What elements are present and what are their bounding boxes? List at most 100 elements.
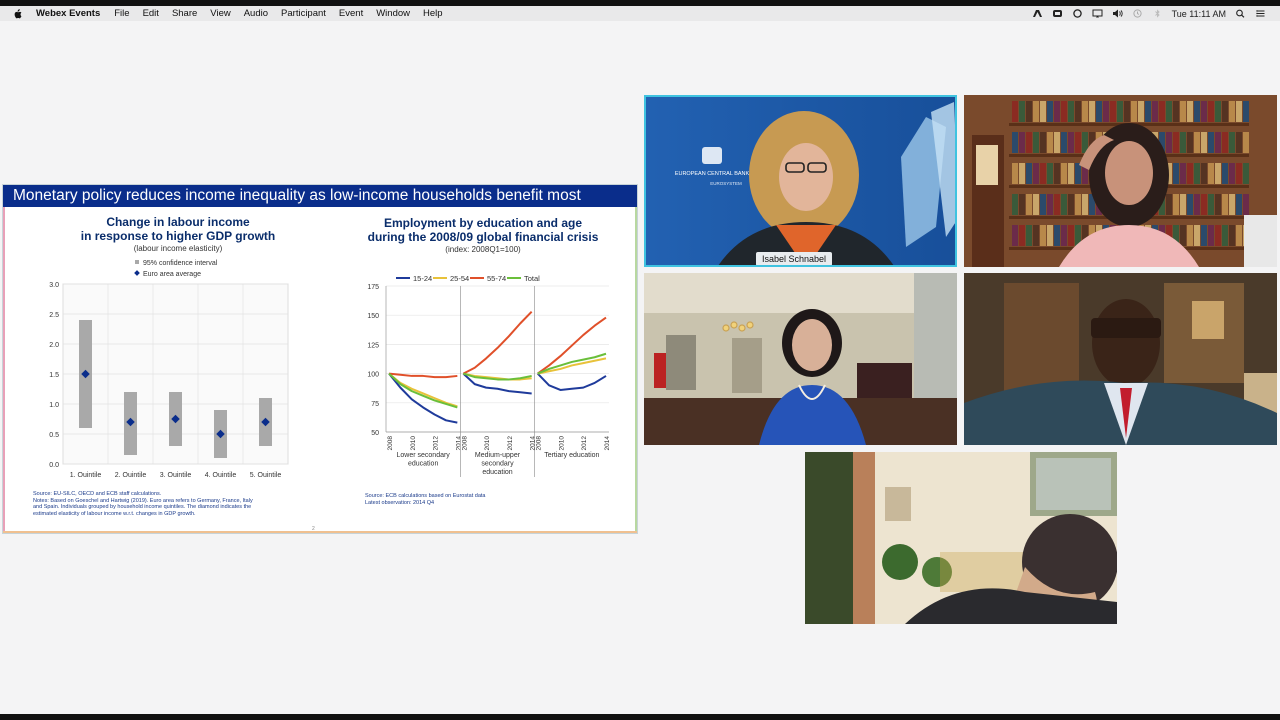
book-spine <box>1068 163 1074 184</box>
menu-audio[interactable]: Audio <box>244 8 268 19</box>
book-spine <box>1236 101 1242 122</box>
time-machine-icon[interactable] <box>1132 9 1143 18</box>
book-spine <box>1215 101 1221 122</box>
book-spine <box>1082 101 1088 122</box>
book-spine <box>1061 194 1067 215</box>
y-tick-label: 125 <box>367 342 379 349</box>
participant-2-video <box>964 95 1277 267</box>
book-spine <box>1187 101 1193 122</box>
menu-file[interactable]: File <box>114 8 129 19</box>
book-spine <box>1138 101 1144 122</box>
legend-label: Total <box>524 274 540 283</box>
video-tile-active-speaker[interactable]: EUROPEAN CENTRAL BANK EUROSYSTEM Isabel … <box>644 95 957 267</box>
book-spine <box>1019 194 1025 215</box>
x-category-label: 4. Quintile <box>205 472 237 477</box>
volume-icon[interactable] <box>1112 9 1123 18</box>
app-name-menu[interactable]: Webex Events <box>36 8 100 19</box>
legend-label: 25-54 <box>450 274 469 283</box>
book-spine <box>1075 132 1081 153</box>
book-spine <box>1215 225 1221 246</box>
labour-income-elasticity-chart: 95% confidence interval Euro area average… <box>49 260 289 477</box>
sync-icon[interactable] <box>1072 9 1083 18</box>
book-spine <box>1068 194 1074 215</box>
book-spine <box>1026 101 1032 122</box>
apple-icon[interactable] <box>13 8 22 19</box>
backdrop-text-eurosystem: EUROSYSTEM <box>710 181 742 186</box>
panel-group-label: Tertiary education <box>544 452 599 459</box>
book-spine <box>1201 163 1207 184</box>
book-spine <box>1012 132 1018 153</box>
y-tick-label: 75 <box>371 401 379 408</box>
video-tile-5[interactable] <box>805 452 1117 624</box>
right-chart-source: Source: ECB calculations based on Eurost… <box>365 493 625 506</box>
menu-share[interactable]: Share <box>172 8 197 19</box>
book-spine <box>1180 225 1186 246</box>
book-spine <box>1026 163 1032 184</box>
video-tile-3[interactable] <box>644 273 957 445</box>
book-spine <box>1187 163 1193 184</box>
bluetooth-icon[interactable] <box>1152 9 1163 18</box>
control-center-icon[interactable] <box>1255 9 1266 18</box>
legend-avg-swatch <box>134 270 140 276</box>
left-chart-source-notes: Source: EU-SILC, OECD and ECB staff calc… <box>33 491 323 517</box>
book-spine <box>1061 163 1067 184</box>
slide-bottom-accent <box>3 531 637 533</box>
video-tile-2[interactable] <box>964 95 1277 267</box>
video-tile-4[interactable] <box>964 273 1277 445</box>
x-category-label: 1. Quintile <box>70 472 102 477</box>
menu-help[interactable]: Help <box>423 8 443 19</box>
left-chart-title-line1: Change in labour income <box>106 215 250 229</box>
menu-event[interactable]: Event <box>339 8 363 19</box>
y-tick-label: 175 <box>367 284 379 291</box>
shared-presentation-slide[interactable]: Monetary policy reduces income inequalit… <box>2 184 638 534</box>
participant-5-video <box>805 452 1117 624</box>
book-spine <box>1236 163 1242 184</box>
book-spine <box>1152 101 1158 122</box>
participant-name-label: Isabel Schnabel <box>756 252 833 265</box>
book-spine <box>1033 225 1039 246</box>
menubar-clock[interactable]: Tue 11:11 AM <box>1172 9 1226 19</box>
book-spine <box>1012 163 1018 184</box>
book-spine <box>1201 225 1207 246</box>
book-spine <box>1222 194 1228 215</box>
spotlight-search-icon[interactable] <box>1235 9 1246 18</box>
y-tick-label: 50 <box>371 430 379 437</box>
book-spine <box>1243 194 1249 215</box>
book-spine <box>1194 101 1200 122</box>
book-spine <box>1026 225 1032 246</box>
book-spine <box>1124 101 1130 122</box>
book-spine <box>1047 101 1053 122</box>
menu-view[interactable]: View <box>210 8 230 19</box>
right-chart-title-line1: Employment by education and age <box>383 216 583 230</box>
screen-mirror-icon[interactable] <box>1092 9 1103 18</box>
book-spine <box>1117 101 1123 122</box>
book-spine <box>1208 101 1214 122</box>
menu-window[interactable]: Window <box>376 8 410 19</box>
book-spine <box>1047 163 1053 184</box>
legend-avg-label: Euro area average <box>143 271 201 278</box>
book-spine <box>1159 101 1165 122</box>
book-spine <box>1054 101 1060 122</box>
book-spine <box>1033 194 1039 215</box>
book-spine <box>1166 132 1172 153</box>
x-tick-label: 2010 <box>410 436 417 451</box>
mac-menu-bar: Webex Events File Edit Share View Audio … <box>0 6 1280 21</box>
series-line-15-24 <box>536 372 607 391</box>
menu-participant[interactable]: Participant <box>281 8 326 19</box>
panel-group-label: Medium-upper <box>475 452 521 459</box>
participant-3-video <box>644 273 957 445</box>
participant-4-video <box>964 273 1277 445</box>
left-chart-title: Change in labour income in response to h… <box>33 215 323 243</box>
menu-edit[interactable]: Edit <box>143 8 159 19</box>
y-tick-label: 1.0 <box>49 402 59 409</box>
x-tick-label: 2008 <box>461 436 468 451</box>
book-spine <box>1061 132 1067 153</box>
book-spine <box>1026 194 1032 215</box>
webex-meeting-icon[interactable] <box>1052 9 1063 18</box>
book-spine <box>1173 163 1179 184</box>
book-spine <box>1040 225 1046 246</box>
left-chart-subtitle: (labour income elasticity) <box>133 244 223 253</box>
book-spine <box>1033 132 1039 153</box>
book-spine <box>1180 163 1186 184</box>
adobe-icon[interactable] <box>1032 9 1043 18</box>
